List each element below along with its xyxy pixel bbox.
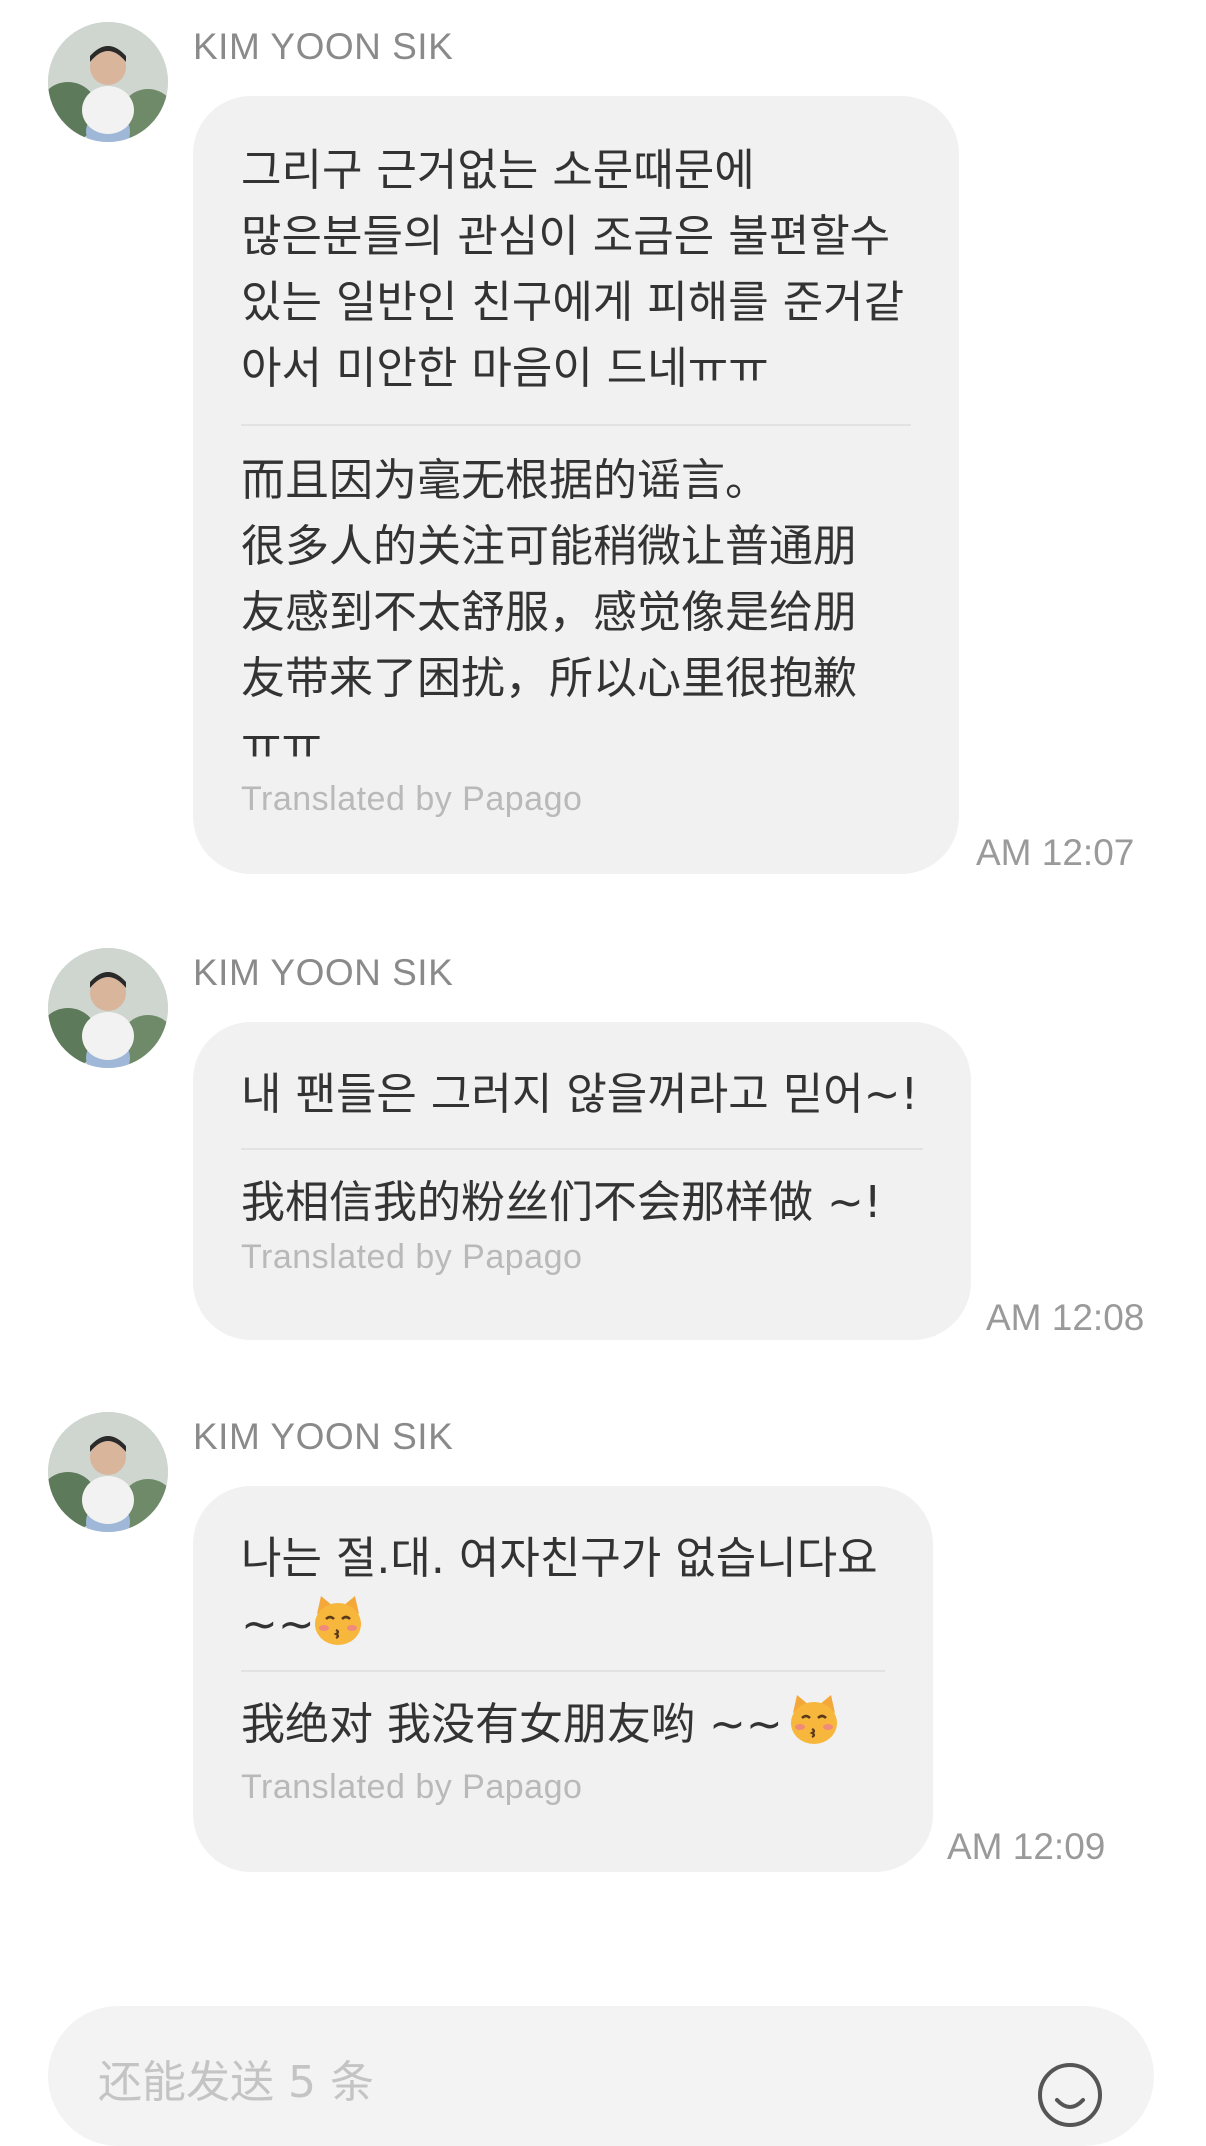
translation-divider	[241, 1670, 885, 1672]
message-input-bar[interactable]: 还能发送 5 条	[48, 2006, 1154, 2146]
translated-by-label: Translated by Papago	[241, 1768, 583, 1806]
message-bubble[interactable]: 그리구 근거없는 소문때문에 많은분들의 관심이 조금은 불편할수 있는 일반인…	[193, 96, 959, 874]
translated-by-label: Translated by Papago	[241, 1238, 583, 1276]
translated-message-text: 而且因为毫无根据的谣言。 很多人的关注可能稍微让普通朋 友感到不太舒服，感觉像是…	[241, 455, 857, 770]
emoji-picker-icon[interactable]	[1035, 2060, 1105, 2130]
original-message-text: 그리구 근거없는 소문때문에 많은분들의 관심이 조금은 불편할수 있는 일반인…	[241, 145, 905, 394]
message-timestamp: AM 12:07	[976, 832, 1135, 873]
sender-name: KIM YOON SIK	[193, 26, 454, 67]
message-timestamp: AM 12:09	[947, 1826, 1106, 1867]
avatar[interactable]	[48, 948, 168, 1068]
message-input-placeholder[interactable]: 还能发送 5 条	[98, 2046, 374, 2110]
translation-divider	[241, 1148, 923, 1150]
original-message-text: 내 팬들은 그러지 않을꺼라고 믿어~!	[241, 1069, 919, 1120]
translation-divider	[241, 424, 911, 426]
kissing-cat-emoji	[790, 1695, 837, 1744]
message-bubble[interactable]: 나는 절.대. 여자친구가 없습니다요 ~~ 我绝对 我没有女朋友哟 ~~ Tr…	[193, 1486, 933, 1872]
sender-name: KIM YOON SIK	[193, 952, 454, 993]
translated-message-text: 我相信我的粉丝们不会那样做 ~!	[241, 1177, 882, 1228]
avatar[interactable]	[48, 1412, 168, 1532]
translated-by-label: Translated by Papago	[241, 780, 583, 818]
kissing-cat-emoji	[315, 1596, 361, 1645]
translated-message-block: 我绝对 我没有女朋友哟 ~~	[241, 1692, 885, 1758]
sender-name: KIM YOON SIK	[193, 1416, 454, 1457]
avatar[interactable]	[48, 22, 168, 142]
message-timestamp: AM 12:08	[986, 1297, 1145, 1338]
original-message-block: 나는 절.대. 여자친구가 없습니다요 ~~	[241, 1526, 885, 1658]
message-bubble[interactable]: 내 팬들은 그러지 않을꺼라고 믿어~! 我相信我的粉丝们不会那样做 ~! Tr…	[193, 1022, 971, 1340]
translated-message-text: 我绝对 我没有女朋友哟 ~~	[241, 1699, 783, 1750]
